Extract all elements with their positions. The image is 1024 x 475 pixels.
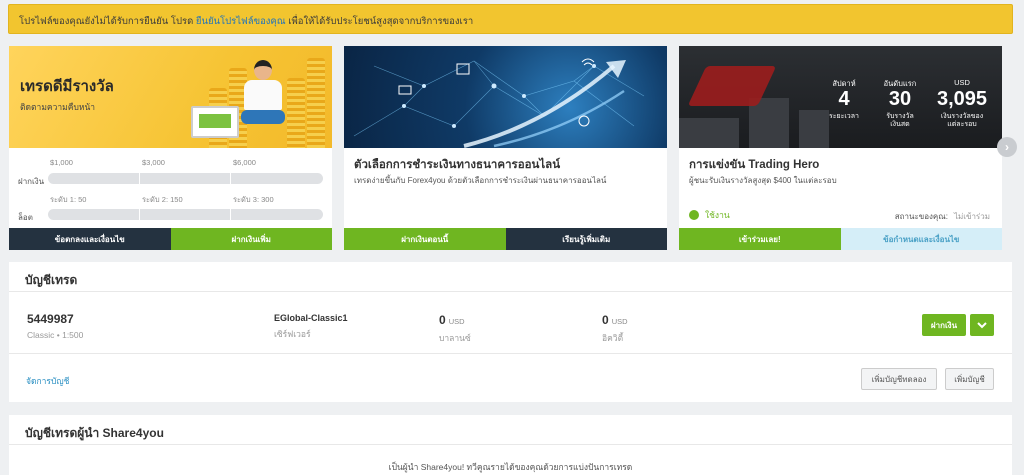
deposit-level-label: $3,000 [142,158,165,167]
contest-terms-button[interactable]: ข้อกำหนดและเงื่อนไข [840,228,1002,250]
tier-label: ระดับ 1: 50 [50,195,87,204]
card-title: การแข่งขัน Trading Hero [689,159,820,171]
my-status-label: สถานะของคุณ: [894,212,948,221]
share4you-promo-text: เป็นผู้นำ Share4you! ทวีคูณรายได้ของคุณด… [388,462,633,472]
card-title: ตัวเลือกการชำระเงินทางธนาคารออนไลน์ [354,159,561,171]
account-deposit-button[interactable]: ฝากเงิน [922,314,966,336]
equity-label: อิควิตี้ [602,333,624,343]
card-subtitle: ติดตามความคืบหน้า [20,102,96,112]
stat-caption: เงินรางวัลของแต่ละรอบ [940,113,984,128]
balance-label: บาลานซ์ [439,333,471,343]
stat-unit: USD [954,78,970,87]
status-dot-icon [689,210,699,220]
stat-caption: รับรางวัลเงินสด [886,113,914,128]
promo-card-trading-hero: สัปดาห์ 4 ระยะเวลา อันดับแรก 30 รับรางวั… [679,46,1002,250]
deposit-more-button[interactable]: ฝากเงินเพิ่ม [170,228,332,250]
stat-unit: สัปดาห์ [832,79,856,88]
my-status-value: ไม่เข้าร่วม [953,212,990,221]
stat-unit: อันดับแรก [883,79,917,88]
stat-winners: อันดับแรก 30 รับรางวัลเงินสด [880,79,920,129]
trade-rewards-banner: เทรดดีมีรางวัล ติดตามความคืบหน้า [9,46,332,148]
chevron-down-icon[interactable] [970,314,994,336]
stat-value: 4 [838,88,850,110]
progress-bars: $1,000 $3,000 $6,000 ฝากเงิน ระดับ 1: 50… [9,148,332,228]
lot-progress-track [48,209,323,220]
status-text: ใช้งาน [705,210,730,220]
coin-stack-image [307,58,325,148]
panel-title: บัญชีเทรด [9,262,1012,292]
card-title: เทรดดีมีรางวัล [20,78,114,95]
deposit-level-label: $1,000 [50,158,73,167]
balance-column: 0 USD บาลานซ์ [439,313,471,345]
panel-title: บัญชีเทรดผู้นำ Share4you [9,415,1012,445]
server-label: เซิร์ฟเวอร์ [274,329,311,339]
balance-currency: USD [448,317,465,326]
trading-accounts-panel: บัญชีเทรด 5449987 Classic • 1:500 EGloba… [9,262,1012,402]
tier-label: ระดับ 2: 150 [142,195,183,204]
profile-verification-notice: โปรไฟล์ของคุณยังไม่ได้รับการยืนยัน โปรด … [8,4,1013,34]
add-account-button[interactable]: เพิ่มบัญชี [945,368,994,390]
deposit-label: ฝากเงิน [18,177,45,186]
promo-card-online-banking: ตัวเลือกการชำระเงินทางธนาคารออนไลน์ เทรด… [344,46,667,250]
lot-label: ล็อต [18,213,33,222]
server-column: EGlobal-Classic1 เซิร์ฟเวอร์ [274,313,348,341]
verify-profile-link[interactable]: ยืนยันโปรไฟล์ของคุณ [196,16,286,27]
deposit-level-label: $6,000 [233,158,256,167]
stat-value: 3,095 [936,88,988,110]
network-graph-image [353,58,645,148]
trading-hero-banner: สัปดาห์ 4 ระยะเวลา อันดับแรก 30 รับรางวั… [679,46,1002,148]
card-description: เทรดง่ายขึ้นกับ Forex4you ด้วยตัวเลือกกา… [354,176,607,185]
card-description: ผู้ชนะรับเงินรางวัลสูงสุด $400 ในแต่ละรอ… [689,176,837,185]
stat-caption: ระยะเวลา [829,113,859,120]
lot-progress-row: ล็อต [9,206,332,226]
contest-stats: สัปดาห์ 4 ระยะเวลา อันดับแรก 30 รับรางวั… [824,78,988,129]
coin-stack-image [287,78,305,148]
balance-value: 0 [439,313,446,327]
manage-accounts-link[interactable]: จัดการบัญชี [26,374,69,388]
account-type: Classic • 1:500 [27,330,84,340]
my-status: สถานะของคุณ: ไม่เข้าร่วม [895,210,990,223]
online-banking-banner [344,46,667,148]
share4you-panel: บัญชีเทรดผู้นำ Share4you เป็นผู้นำ Share… [9,415,1012,475]
equity-column: 0 USD อิควิตี้ [602,313,628,345]
add-demo-account-button[interactable]: เพิ่มบัญชีทดลอง [861,368,937,390]
stat-prize-pool: USD 3,095 เงินรางวัลของแต่ละรอบ [936,78,988,129]
join-now-button[interactable]: เข้าร่วมเลย! [679,228,841,250]
deposit-progress-row: ฝากเงิน [9,170,332,190]
equity-currency: USD [611,317,628,326]
account-row: 5449987 Classic • 1:500 EGlobal-Classic1… [9,292,1012,354]
notice-text-after: เพื่อให้ได้รับประโยชน์สูงสุดจากบริการของ… [285,16,474,27]
contest-status: ใช้งาน [689,208,730,222]
laptop-image [191,106,239,138]
person-illustration [241,60,285,136]
equity-value: 0 [602,313,609,327]
promo-card-trade-rewards: เทรดดีมีรางวัล ติดตามความคืบหน้า $1,000 … [9,46,332,250]
deposit-progress-track [48,173,323,184]
carousel-next-arrow-icon[interactable]: › [997,137,1017,157]
tier-label: ระดับ 3: 300 [233,195,274,204]
stat-duration: สัปดาห์ 4 ระยะเวลา [824,79,864,129]
deposit-now-button[interactable]: ฝากเงินตอนนี้ [344,228,506,250]
learn-more-button[interactable]: เรียนรู้เพิ่มเติม [505,228,667,250]
stat-value: 30 [888,88,912,110]
terms-button[interactable]: ข้อตกลงและเงื่อนไข [9,228,171,250]
notice-text-before: โปรไฟล์ของคุณยังไม่ได้รับการยืนยัน โปรด [19,16,196,27]
account-number: 5449987 [27,312,74,326]
server-name: EGlobal-Classic1 [274,313,348,323]
